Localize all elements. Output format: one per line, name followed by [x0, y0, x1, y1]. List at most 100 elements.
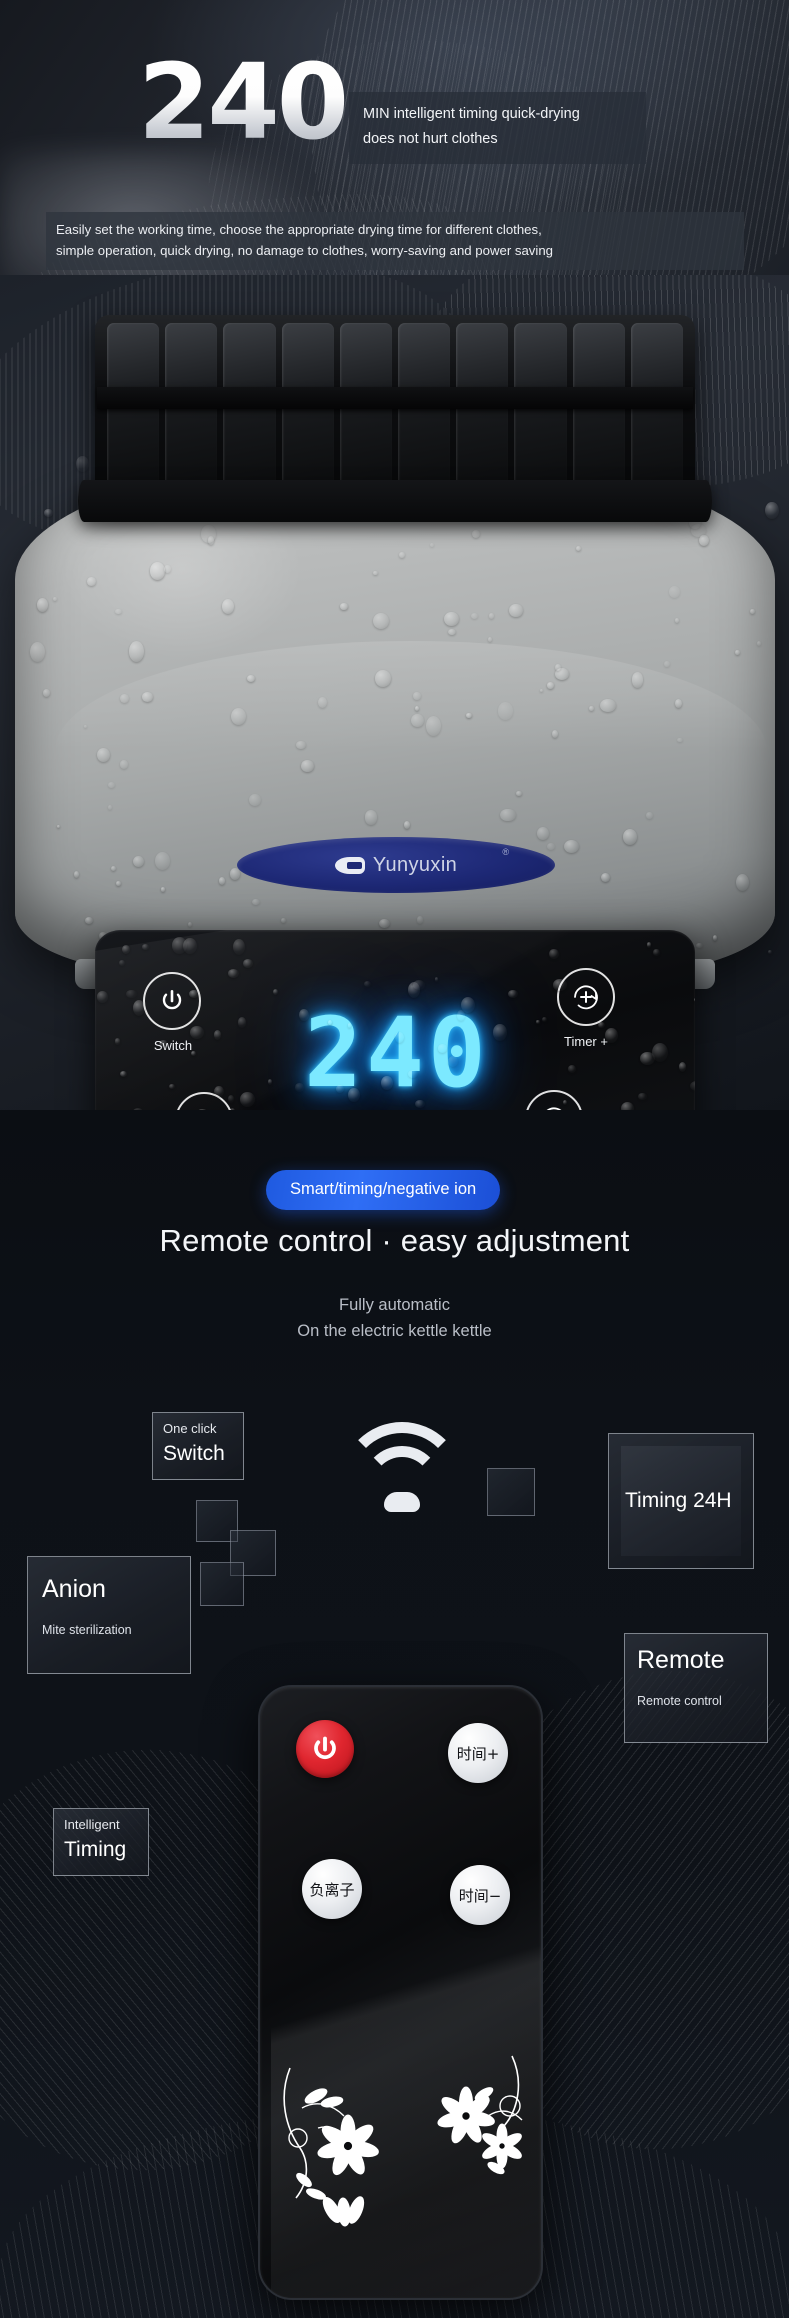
water-droplet	[509, 603, 523, 618]
callout-intelligent-small: Intelligent	[64, 1817, 120, 1832]
water-droplet	[664, 660, 671, 668]
registered-trademark-symbol: ®	[502, 847, 509, 857]
water-droplet	[735, 649, 740, 656]
power-icon	[314, 1736, 336, 1759]
hero-subtext-line-1: Easily set the working time, choose the …	[56, 222, 542, 237]
water-droplet	[249, 794, 262, 807]
water-droplet	[417, 916, 423, 924]
water-droplet	[30, 641, 46, 662]
panel-label-switch: Switch	[153, 1038, 193, 1053]
water-droplet	[115, 608, 122, 615]
water-droplet	[207, 535, 215, 545]
callout-timing-24h-label: Timing 24H	[625, 1489, 732, 1512]
hero-subtext-line-2: simple operation, quick drying, no damag…	[56, 243, 553, 258]
feature-badge-pill: Smart/timing/negative ion	[266, 1170, 501, 1210]
water-droplet	[252, 899, 260, 906]
product-photo-section: Yunyuxin ® Switch 240 Timer +	[0, 275, 789, 1110]
water-droplet	[87, 577, 96, 586]
callout-remote-big: Remote	[637, 1646, 725, 1674]
water-droplet	[695, 942, 704, 949]
water-droplet	[160, 887, 166, 892]
panel-button-switch[interactable]	[143, 972, 201, 1030]
remote-button-negative-ion[interactable]: 负离子	[302, 1859, 362, 1919]
panel-label-timer-plus: Timer +	[564, 1034, 608, 1049]
hero-headline-box: MIN intelligent timing quick-drying does…	[349, 92, 646, 164]
water-droplet	[378, 919, 390, 929]
vent-slat	[339, 323, 393, 497]
callout-one-click-switch: One click Switch	[152, 1412, 244, 1480]
hero-big-number: 240	[138, 41, 349, 163]
callout-one-click-small: One click	[163, 1421, 217, 1436]
water-droplet	[537, 826, 550, 840]
water-droplet	[154, 852, 170, 871]
water-droplet	[500, 808, 516, 822]
vent-slat	[281, 323, 334, 497]
water-droplet	[669, 585, 681, 598]
remote-control-device[interactable]: 时间+ 负离子 时间−	[258, 1685, 543, 2300]
water-droplet	[470, 612, 478, 619]
water-droplet	[132, 855, 144, 868]
brand-logo-mark-icon	[334, 856, 365, 874]
water-droplet	[300, 760, 314, 773]
water-droplet	[107, 804, 113, 811]
water-droplet	[547, 843, 555, 850]
water-droplet	[488, 613, 495, 619]
vent-slat	[514, 323, 567, 497]
water-droplet	[120, 759, 129, 769]
water-droplet	[36, 597, 49, 612]
water-droplet	[339, 603, 349, 610]
clothes-dryer-body	[15, 455, 779, 989]
callout-intelligent-timing: Intelligent Timing	[53, 1808, 149, 1876]
water-droplet	[115, 880, 121, 886]
callout-anion-big: Anion	[42, 1575, 106, 1603]
water-droplet	[690, 524, 707, 537]
water-droplet	[564, 839, 580, 853]
water-droplet	[57, 824, 61, 829]
vent-slat	[165, 323, 218, 497]
remote-control-section: Smart/timing/negative ion Remote control…	[0, 1110, 789, 2318]
water-droplet	[767, 949, 772, 954]
water-droplet	[218, 877, 225, 885]
water-droplet	[201, 525, 216, 543]
water-droplet	[364, 810, 378, 825]
dryer-body-highlight	[55, 641, 767, 751]
brand-logo-badge: Yunyuxin ®	[237, 837, 555, 893]
water-droplet	[73, 870, 80, 878]
power-icon	[162, 989, 182, 1010]
water-droplet	[221, 598, 235, 614]
decorative-square	[200, 1562, 244, 1606]
wifi-arc-middle	[362, 1446, 442, 1526]
hero-headline-line-2: does not hurt clothes	[363, 131, 498, 147]
water-droplet	[128, 641, 144, 662]
dryer-vent-top	[95, 315, 695, 505]
water-droplet	[111, 865, 117, 871]
remote-power-button[interactable]	[296, 1720, 354, 1778]
wifi-signal-icon	[340, 1422, 464, 1518]
decorative-square	[487, 1468, 535, 1516]
callout-anion-note: Mite sterilization	[42, 1623, 132, 1637]
dryer-vent-base-rim	[78, 480, 712, 522]
remote-button-time-plus[interactable]: 时间+	[448, 1723, 508, 1783]
hero-subtext-box: Easily set the working time, choose the …	[46, 212, 744, 270]
remote-button-time-minus[interactable]: 时间−	[450, 1865, 510, 1925]
callout-one-click-big: Switch	[163, 1442, 225, 1465]
section-subtext-line-2: On the electric kettle kettle	[297, 1322, 492, 1340]
water-droplet	[281, 917, 287, 923]
vent-slat	[107, 323, 160, 497]
water-droplet	[699, 534, 709, 546]
water-droplet	[373, 613, 389, 630]
callout-anion: Anion Mite sterilization	[27, 1556, 191, 1674]
brand-name-label: Yunyuxin	[372, 853, 458, 876]
water-droplet	[373, 571, 378, 576]
water-droplet	[429, 542, 435, 548]
brand-logo-inner: Yunyuxin	[334, 853, 458, 877]
panel-button-timer-plus[interactable]	[557, 968, 615, 1026]
dryer-vent-slats	[95, 315, 695, 505]
floral-vine-pattern-icon	[283, 2055, 523, 2227]
water-droplet	[621, 1101, 635, 1110]
water-droplet	[735, 874, 749, 892]
water-droplet	[107, 782, 115, 789]
control-panel[interactable]: Switch Anion 240	[95, 930, 695, 1110]
water-droplet	[757, 640, 761, 646]
wifi-arc-inner	[384, 1492, 420, 1512]
